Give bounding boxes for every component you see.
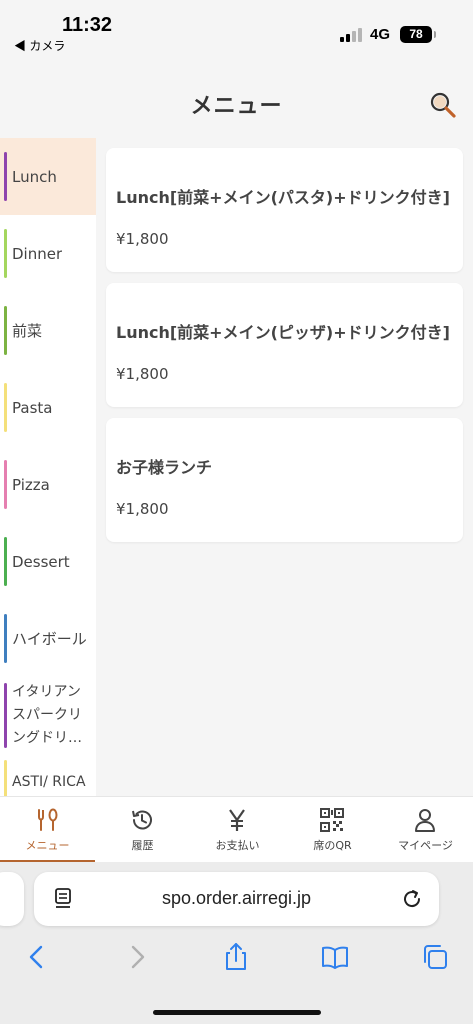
category-appetizer[interactable]: 前菜 [0,292,96,369]
history-icon [132,810,152,830]
category-label: Pizza [12,475,50,494]
category-color-bar [4,306,7,355]
menu-list: Lunch[前菜+メイン(パスタ)+ドリンク付き] ¥1,800 Lunch[前… [96,138,473,796]
tab-label: マイページ [398,839,453,852]
category-color-bar [4,383,7,432]
tab-label: お支払い [215,839,260,852]
address-bar[interactable]: spo.order.airregi.jp [34,872,439,926]
category-label: Dinner [12,244,63,263]
bookmarks-icon[interactable] [320,942,350,972]
category-color-bar [4,614,7,663]
menu-item-price: ¥1,800 [116,500,169,518]
bottom-tab-bar: メニュー 履歴 お支払い 席のQR マイページ [0,796,473,863]
category-pizza[interactable]: Pizza [0,446,96,523]
status-bar: 11:32 ◀ カメラ 4G 78 [0,0,473,58]
network-type: 4G [370,26,391,43]
tab-label: メニュー [25,839,70,852]
category-pasta[interactable]: Pasta [0,369,96,446]
previous-tab-preview[interactable] [0,872,24,926]
category-dinner[interactable]: Dinner [0,215,96,292]
back-to-app-link[interactable]: ◀ カメラ [14,37,65,54]
menu-item-card[interactable]: Lunch[前菜+メイン(パスタ)+ドリンク付き] ¥1,800 [106,148,463,272]
category-italian-sparkling[interactable]: イタリアンスパークリングドリ… [0,677,96,754]
home-indicator [153,1010,321,1015]
category-label: ASTI/ RICARD/ MARG [12,773,86,797]
tabs-icon[interactable] [420,942,450,972]
tab-history[interactable]: 履歴 [95,797,190,863]
category-label: イタリアンスパークリングドリ… [12,684,82,746]
menu-item-price: ¥1,800 [116,365,169,383]
tab-payment[interactable]: お支払い [190,797,285,863]
yen-icon [229,809,245,831]
category-color-bar [4,537,7,586]
category-label: ハイボール [12,629,87,648]
category-color-bar [4,460,7,509]
category-color-bar [4,229,7,278]
search-icon [430,92,456,118]
category-label: Pasta [12,398,53,417]
status-time: 11:32 [62,14,113,36]
tab-seat-qr[interactable]: 席のQR [285,797,380,863]
url-text: spo.order.airregi.jp [161,888,312,908]
page-title: メニュー [190,94,283,119]
forward-arrow-icon[interactable] [122,942,152,972]
back-arrow-icon[interactable] [22,942,52,972]
menu-item-name: Lunch[前菜+メイン(パスタ)+ドリンク付き] [116,188,450,207]
category-sidebar: Lunch Dinner 前菜 Pasta Pizza Dessert ハイボー… [0,138,96,796]
cellular-signal-icon [340,28,364,42]
category-label: 前菜 [12,321,43,340]
share-icon[interactable] [221,942,251,972]
menu-item-price: ¥1,800 [116,230,169,248]
menu-item-card[interactable]: Lunch[前菜+メイン(ピッザ)+ドリンク付き] ¥1,800 [106,283,463,407]
menu-item-card[interactable]: お子様ランチ ¥1,800 [106,418,463,542]
fork-knife-icon [38,808,58,831]
person-icon [415,809,435,832]
browser-toolbar: spo.order.airregi.jp [0,862,473,1024]
battery-indicator: 78 [400,26,436,43]
app-header: メニュー [0,58,473,138]
menu-item-name: Lunch[前菜+メイン(ピッザ)+ドリンク付き] [116,323,450,342]
qr-code-icon [320,808,344,832]
category-label: Dessert [12,552,70,571]
category-color-bar [4,152,7,201]
category-label: Lunch [12,167,57,186]
tab-label: 履歴 [131,839,154,852]
category-color-bar [4,760,7,796]
tab-menu[interactable]: メニュー [0,797,95,863]
category-dessert[interactable]: Dessert [0,523,96,600]
category-asti-ricard[interactable]: ASTI/ RICARD/ MARG [0,754,96,796]
category-highball[interactable]: ハイボール [0,600,96,677]
menu-item-name: お子様ランチ [116,458,213,477]
reload-icon[interactable] [400,887,424,911]
search-button[interactable] [428,90,458,120]
category-color-bar [4,683,7,748]
tab-label: 席のQR [313,839,352,852]
category-lunch[interactable]: Lunch [0,138,96,215]
tab-my-page[interactable]: マイページ [378,797,473,863]
